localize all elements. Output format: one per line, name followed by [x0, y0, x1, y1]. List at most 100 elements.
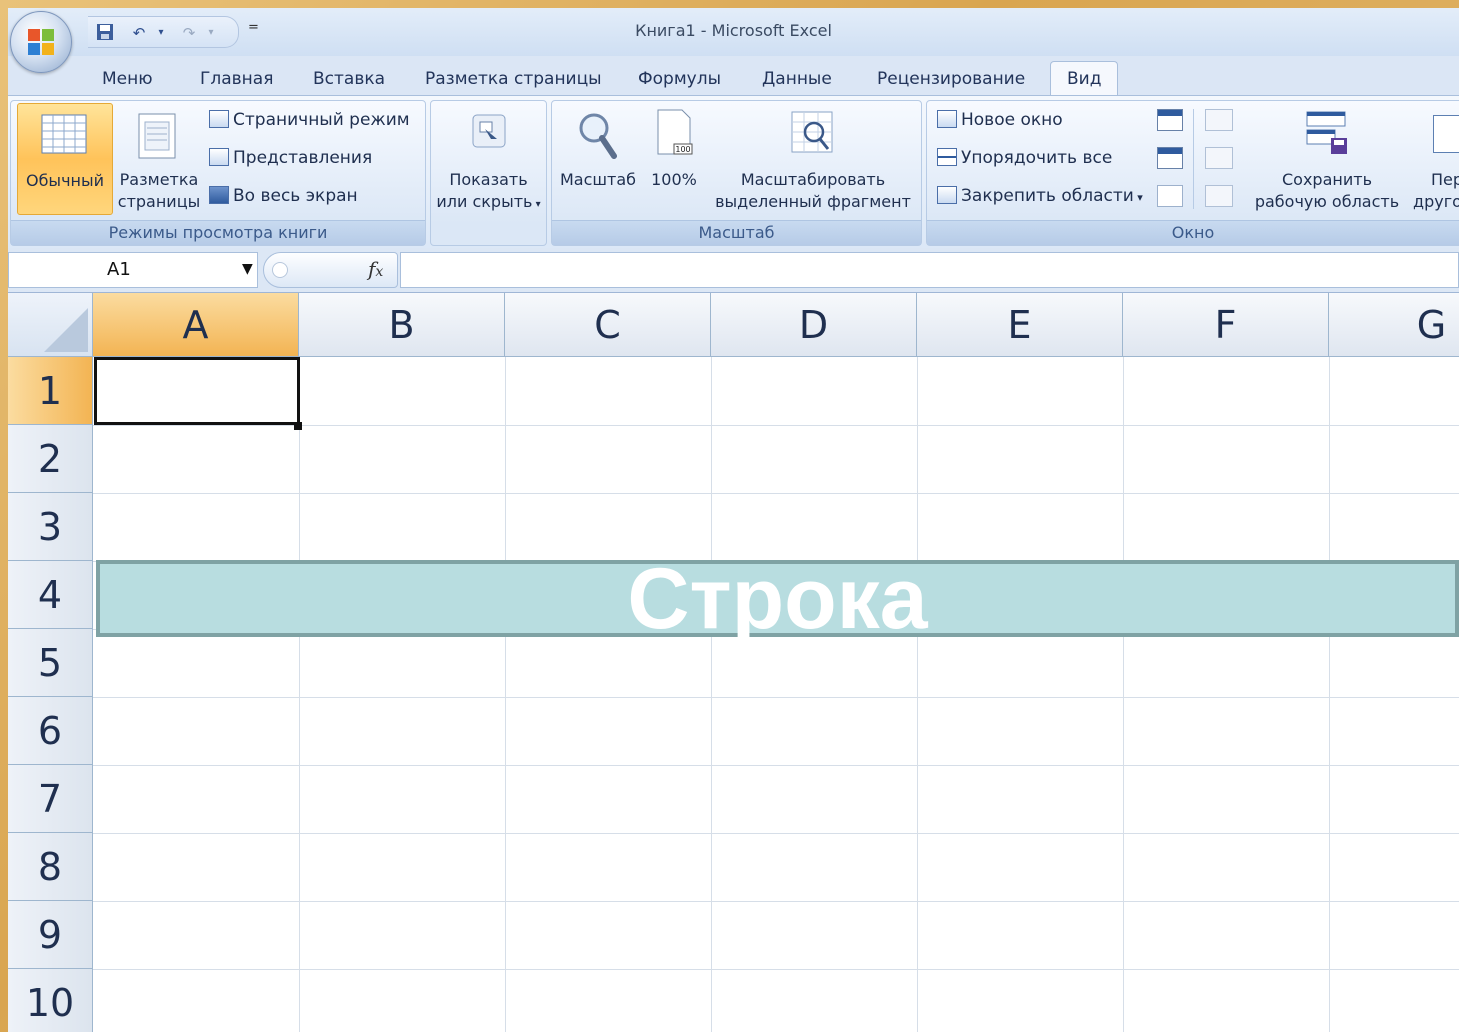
gridline — [93, 493, 1459, 494]
page-100-icon: 100 — [657, 109, 693, 155]
row-header-4[interactable]: 4 — [8, 561, 93, 629]
zoom-selection-label-1: Масштабировать — [740, 170, 886, 189]
gridline — [711, 357, 712, 1032]
new-window-icon — [937, 110, 957, 128]
title-bar: ↶ ▾ ↷ ▾ = Книга1 - Microsoft Excel — [8, 8, 1459, 73]
column-header-e[interactable]: E — [917, 293, 1123, 357]
tab-formulas[interactable]: Формулы — [636, 66, 723, 92]
column-header-d[interactable]: D — [711, 293, 917, 357]
formula-bar: A1 ▼ fx — [8, 248, 1459, 293]
gridline — [505, 357, 506, 1032]
arrange-all-label: Упорядочить все — [961, 148, 1113, 168]
gridline — [93, 969, 1459, 970]
show-hide-icon — [472, 114, 506, 148]
formula-input[interactable] — [400, 252, 1459, 288]
insert-function-icon[interactable]: fx — [368, 257, 383, 281]
group-zoom: Масштаб 100 100% Масштабировать выделенн… — [551, 100, 922, 246]
page-layout-view-button[interactable]: Разметка страницы — [113, 103, 205, 213]
save-workspace-button[interactable]: Сохранить рабочую область — [1247, 103, 1407, 213]
custom-views-icon — [209, 148, 229, 166]
page-break-icon — [209, 110, 229, 128]
synchronous-scrolling-icon[interactable] — [1205, 147, 1233, 169]
active-cell-a1[interactable] — [94, 357, 300, 425]
worksheet-grid[interactable]: A B C D E F G 1 2 3 4 5 6 7 8 9 10 Строк… — [8, 293, 1459, 1032]
column-header-g[interactable]: G — [1329, 293, 1459, 357]
view-side-by-side-icon[interactable] — [1205, 109, 1233, 131]
column-header-a[interactable]: A — [93, 293, 299, 357]
show-hide-button[interactable]: Показать или скрыть ▾ — [433, 103, 544, 213]
row-highlight-callout: Строка — [96, 556, 1459, 642]
tab-view[interactable]: Вид — [1050, 61, 1119, 96]
row-header-9[interactable]: 9 — [8, 901, 93, 969]
page-break-preview-button[interactable]: Страничный режим — [209, 107, 410, 133]
name-box-dropdown-icon[interactable]: ▼ — [242, 261, 253, 277]
new-window-button[interactable]: Новое окно — [937, 107, 1063, 133]
office-button[interactable] — [10, 11, 72, 73]
column-header-b[interactable]: B — [299, 293, 505, 357]
row-header-10[interactable]: 10 — [8, 969, 93, 1032]
freeze-panes-label: Закрепить области — [961, 186, 1134, 206]
gridline — [93, 833, 1459, 834]
tab-menu[interactable]: Меню — [100, 66, 155, 92]
excel-window: ↶ ▾ ↷ ▾ = Книга1 - Microsoft Excel Меню … — [8, 8, 1459, 1032]
zoom-to-selection-button[interactable]: Масштабировать выделенный фрагмент — [708, 103, 918, 213]
switch-windows-label-2: друго — [1413, 192, 1459, 211]
full-screen-button[interactable]: Во весь экран — [209, 183, 358, 209]
arrange-all-button[interactable]: Упорядочить все — [937, 145, 1112, 171]
new-window-label: Новое окно — [961, 110, 1063, 130]
reset-window-position-icon[interactable] — [1205, 185, 1233, 207]
custom-views-button[interactable]: Представления — [209, 145, 372, 171]
tab-page-layout[interactable]: Разметка страницы — [423, 66, 604, 92]
save-workspace-label-1: Сохранить — [1282, 170, 1372, 189]
ribbon: Обычный Разметка страницы Страничный реж… — [8, 95, 1459, 249]
tab-data[interactable]: Данные — [760, 66, 834, 92]
row-header-1[interactable]: 1 — [8, 357, 93, 425]
column-header-f[interactable]: F — [1123, 293, 1329, 357]
zoom-100-button[interactable]: 100 100% — [644, 103, 704, 213]
split-icon[interactable] — [1157, 109, 1183, 131]
tab-home[interactable]: Главная — [198, 66, 275, 92]
page-break-label: Страничный режим — [233, 110, 410, 130]
tab-review[interactable]: Рецензирование — [875, 66, 1027, 92]
show-hide-label-2: или скрыть ▾ — [436, 192, 541, 211]
arrange-all-icon — [937, 148, 957, 166]
row-header-3[interactable]: 3 — [8, 493, 93, 561]
formula-expand-icon[interactable] — [272, 262, 288, 278]
gridline — [93, 765, 1459, 766]
zoom-100-label: 100% — [651, 170, 697, 189]
row-header-8[interactable]: 8 — [8, 833, 93, 901]
ribbon-tabs: Меню Главная Вставка Разметка страницы Ф… — [8, 56, 1459, 96]
name-box-value: A1 — [107, 259, 131, 280]
row-header-5[interactable]: 5 — [8, 629, 93, 697]
select-all-button[interactable] — [8, 293, 93, 357]
switch-windows-button[interactable]: Пер друго — [1411, 103, 1459, 213]
page-layout-icon — [138, 113, 176, 159]
zoom-selection-icon — [791, 111, 833, 153]
office-logo-icon — [28, 29, 54, 55]
zoom-label: Масштаб — [559, 170, 637, 189]
page-layout-label-2: страницы — [117, 192, 201, 211]
select-all-triangle-icon — [44, 308, 88, 352]
magnifier-icon — [579, 113, 617, 159]
normal-view-label: Обычный — [25, 171, 105, 190]
tab-insert[interactable]: Вставка — [311, 66, 387, 92]
formula-buttons: fx — [263, 252, 398, 288]
zoom-button[interactable]: Масштаб — [556, 103, 640, 213]
gridline — [93, 697, 1459, 698]
unhide-window-icon[interactable] — [1157, 185, 1183, 207]
normal-view-button[interactable]: Обычный — [17, 103, 113, 215]
freeze-panes-button[interactable]: Закрепить области ▾ — [937, 183, 1143, 209]
gridline — [1329, 357, 1330, 1032]
row-header-7[interactable]: 7 — [8, 765, 93, 833]
row-highlight-label: Строка — [627, 551, 928, 647]
name-box[interactable]: A1 ▼ — [8, 252, 258, 288]
fill-handle[interactable] — [294, 422, 302, 430]
column-header-c[interactable]: C — [505, 293, 711, 357]
row-header-2[interactable]: 2 — [8, 425, 93, 493]
gridline — [93, 901, 1459, 902]
group-label-zoom: Масштаб — [552, 220, 921, 245]
group-workbook-views: Обычный Разметка страницы Страничный реж… — [10, 100, 426, 246]
hide-window-icon[interactable] — [1157, 147, 1183, 169]
gridline — [1123, 357, 1124, 1032]
row-header-6[interactable]: 6 — [8, 697, 93, 765]
